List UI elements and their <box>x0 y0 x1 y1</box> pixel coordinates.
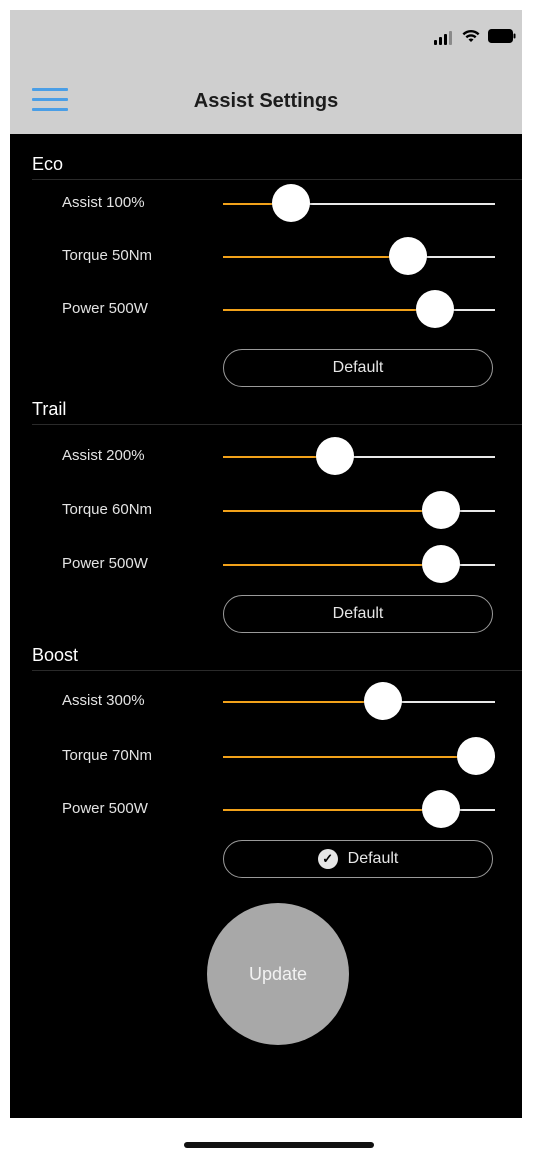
slider-thumb[interactable] <box>456 737 495 775</box>
boost-assist-row: Assist 300% <box>10 682 522 722</box>
update-button[interactable]: Update <box>207 903 349 1045</box>
slider-label: Assist 300% <box>62 692 145 709</box>
checkmark-circle-icon: ✓ <box>317 849 338 869</box>
eco-torque-slider[interactable] <box>223 237 495 275</box>
slider-thumb[interactable] <box>421 790 460 828</box>
trail-power-row: Power 500W <box>10 545 522 585</box>
settings-content: Eco Assist 100% Torque 50Nm Power 500W D… <box>10 134 522 1118</box>
status-icons <box>434 28 516 49</box>
update-label: Update <box>248 963 308 984</box>
section-divider <box>32 179 522 180</box>
slider-fill <box>223 256 408 258</box>
slider-fill <box>223 809 441 811</box>
cellular-signal-icon <box>434 31 454 45</box>
eco-assist-slider[interactable] <box>223 184 495 222</box>
section-title: Trail <box>32 399 67 419</box>
app-screen: Assist Settings Eco Assist 100% Torque 5… <box>10 0 522 1166</box>
trail-torque-row: Torque 60Nm <box>10 491 522 531</box>
slider-label: Torque 50Nm <box>62 247 153 264</box>
navigation-bar: Assist Settings <box>10 62 522 134</box>
slider-label: Torque 70Nm <box>62 747 153 764</box>
slider-label: Power 500W <box>62 555 148 572</box>
eco-torque-row: Torque 50Nm <box>10 237 522 277</box>
slider-thumb[interactable] <box>388 237 427 275</box>
status-bar <box>10 10 522 62</box>
slider-thumb[interactable] <box>416 290 455 328</box>
slider-fill <box>223 701 384 703</box>
section-divider <box>32 424 522 425</box>
eco-power-slider[interactable] <box>223 290 495 328</box>
page-title: Assist Settings <box>193 90 339 112</box>
section-title: Boost <box>32 645 79 665</box>
default-label: Default <box>332 359 384 376</box>
boost-power-slider[interactable] <box>223 790 495 828</box>
slider-thumb[interactable] <box>421 491 460 529</box>
trail-default-button[interactable]: Default <box>223 595 493 633</box>
boost-torque-row: Torque 70Nm <box>10 737 522 777</box>
slider-thumb[interactable] <box>315 437 354 475</box>
section-divider <box>32 670 522 671</box>
slider-label: Assist 200% <box>62 447 145 464</box>
slider-fill <box>223 564 441 566</box>
wifi-icon <box>461 28 481 49</box>
eco-assist-row: Assist 100% <box>10 184 522 224</box>
boost-torque-slider[interactable] <box>223 737 495 775</box>
boost-default-button[interactable]: ✓ Default <box>223 840 493 878</box>
boost-power-row: Power 500W <box>10 790 522 830</box>
slider-fill <box>223 756 476 758</box>
trail-assist-row: Assist 200% <box>10 437 522 477</box>
slider-fill <box>223 510 441 512</box>
default-label: Default <box>332 605 384 622</box>
battery-icon <box>488 28 516 48</box>
trail-assist-slider[interactable] <box>223 437 495 475</box>
slider-label: Power 500W <box>62 300 148 317</box>
trail-torque-slider[interactable] <box>223 491 495 529</box>
slider-thumb[interactable] <box>364 682 403 720</box>
slider-label: Torque 60Nm <box>62 501 153 518</box>
boost-assist-slider[interactable] <box>223 682 495 720</box>
section-title: Eco <box>32 154 64 174</box>
slider-label: Power 500W <box>62 800 148 817</box>
slider-fill <box>223 309 436 311</box>
slider-label: Assist 100% <box>62 194 145 211</box>
trail-power-slider[interactable] <box>223 545 495 583</box>
slider-thumb[interactable] <box>272 184 310 222</box>
eco-power-row: Power 500W <box>10 290 522 330</box>
default-label: Default <box>347 850 399 867</box>
slider-thumb[interactable] <box>421 545 460 583</box>
eco-default-button[interactable]: Default <box>223 349 493 387</box>
home-indicator <box>184 1142 374 1148</box>
